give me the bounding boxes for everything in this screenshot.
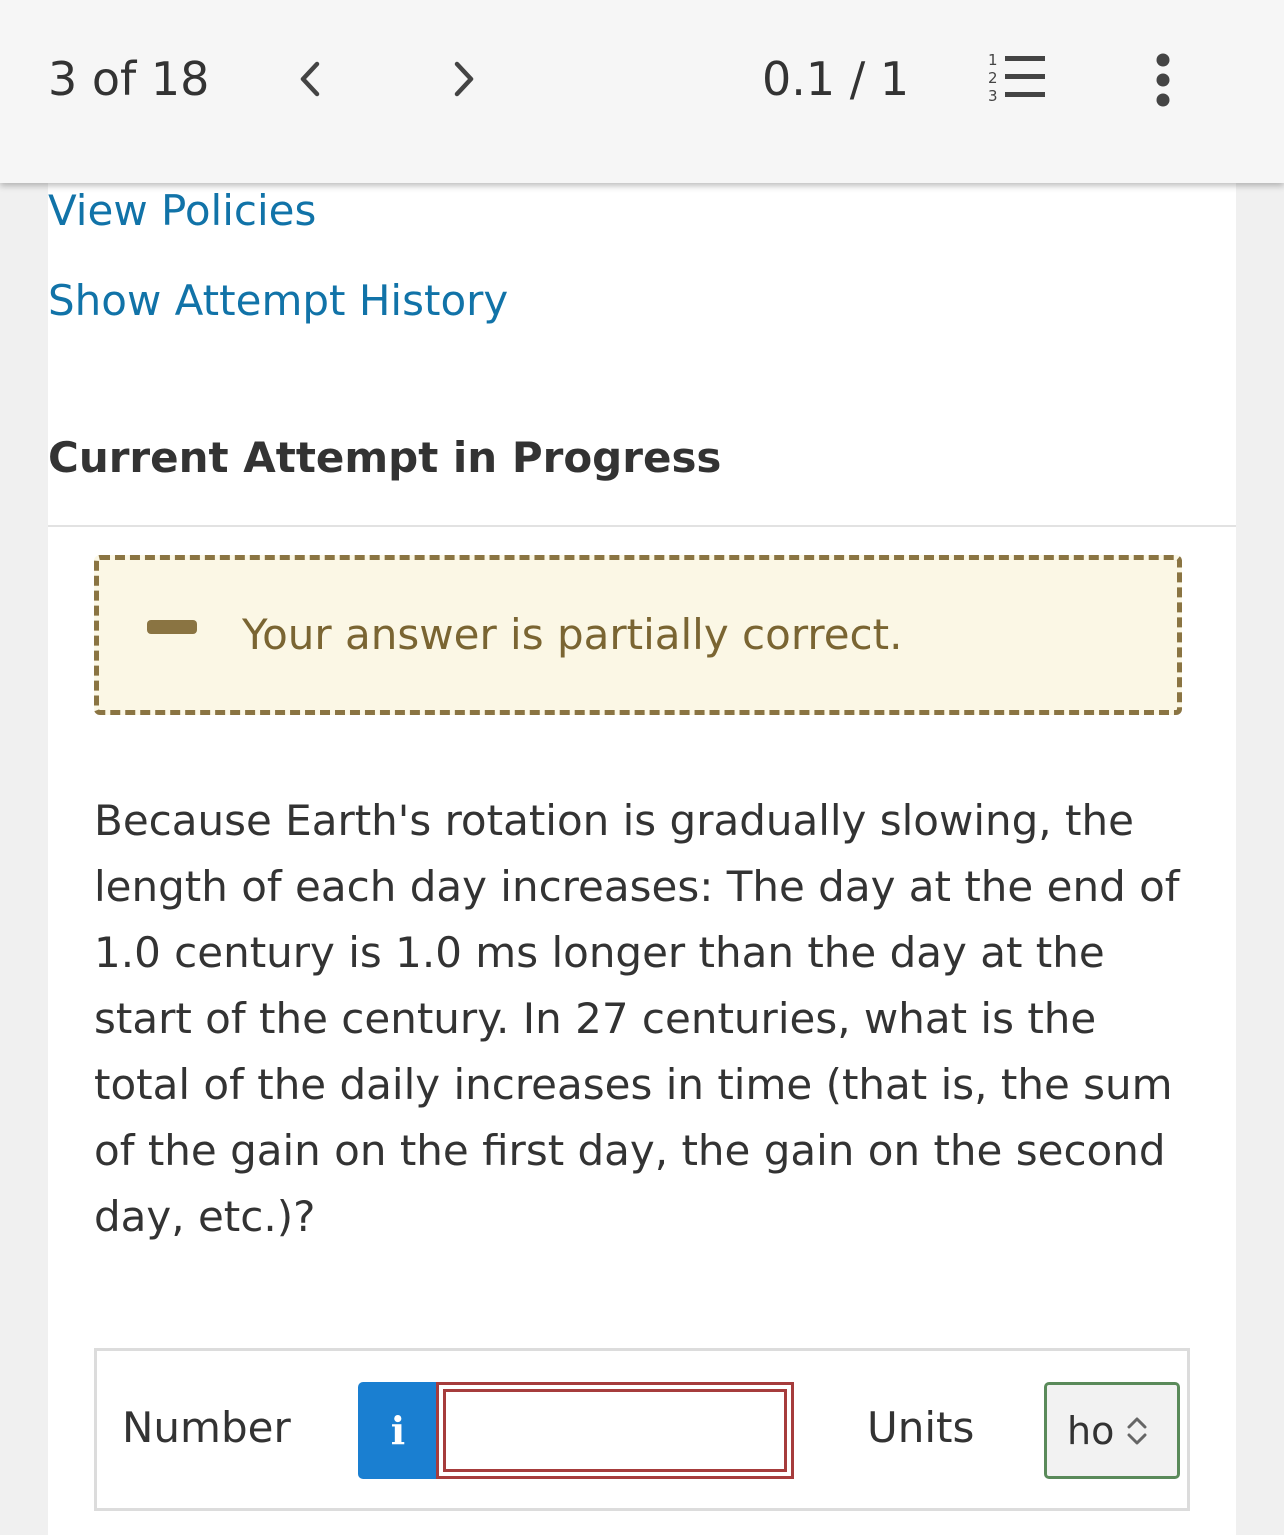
chevron-right-icon: [454, 61, 474, 97]
assignment-content: View Policies Show Attempt History Curre…: [48, 183, 1236, 1535]
previous-question-button[interactable]: [290, 50, 330, 108]
select-updown-icon: [1127, 1417, 1147, 1444]
top-toolbar: 3 of 18 0.1 / 1 1 2 3: [0, 0, 1284, 183]
next-question-button[interactable]: [444, 50, 484, 108]
divider: [48, 525, 1236, 527]
show-attempt-history-link[interactable]: Show Attempt History: [48, 276, 508, 325]
feedback-banner: Your answer is partially correct.: [94, 555, 1182, 715]
more-vertical-icon[interactable]: [1146, 50, 1180, 110]
question-counter: 3 of 18: [48, 52, 210, 106]
question-text: Because Earth's rotation is gradually sl…: [94, 796, 1180, 1241]
minus-icon: [147, 620, 197, 634]
chevron-left-icon: [300, 61, 320, 97]
svg-text:1: 1: [988, 51, 998, 69]
answer-row: Number i Units ho: [94, 1348, 1190, 1511]
feedback-message: Your answer is partially correct.: [242, 610, 903, 659]
info-button[interactable]: i: [358, 1382, 438, 1479]
view-policies-link[interactable]: View Policies: [48, 186, 316, 235]
units-select[interactable]: ho: [1044, 1382, 1180, 1479]
svg-text:3: 3: [988, 87, 998, 105]
attempt-heading: Current Attempt in Progress: [48, 433, 722, 482]
units-selected-value: ho: [1067, 1408, 1115, 1453]
number-label: Number: [122, 1403, 291, 1452]
svg-text:2: 2: [988, 69, 998, 87]
units-label: Units: [867, 1403, 975, 1452]
number-input-wrapper: [436, 1382, 794, 1479]
number-input[interactable]: [443, 1389, 787, 1472]
numbered-list-icon[interactable]: 1 2 3: [985, 50, 1047, 106]
score-display: 0.1 / 1: [762, 52, 910, 106]
